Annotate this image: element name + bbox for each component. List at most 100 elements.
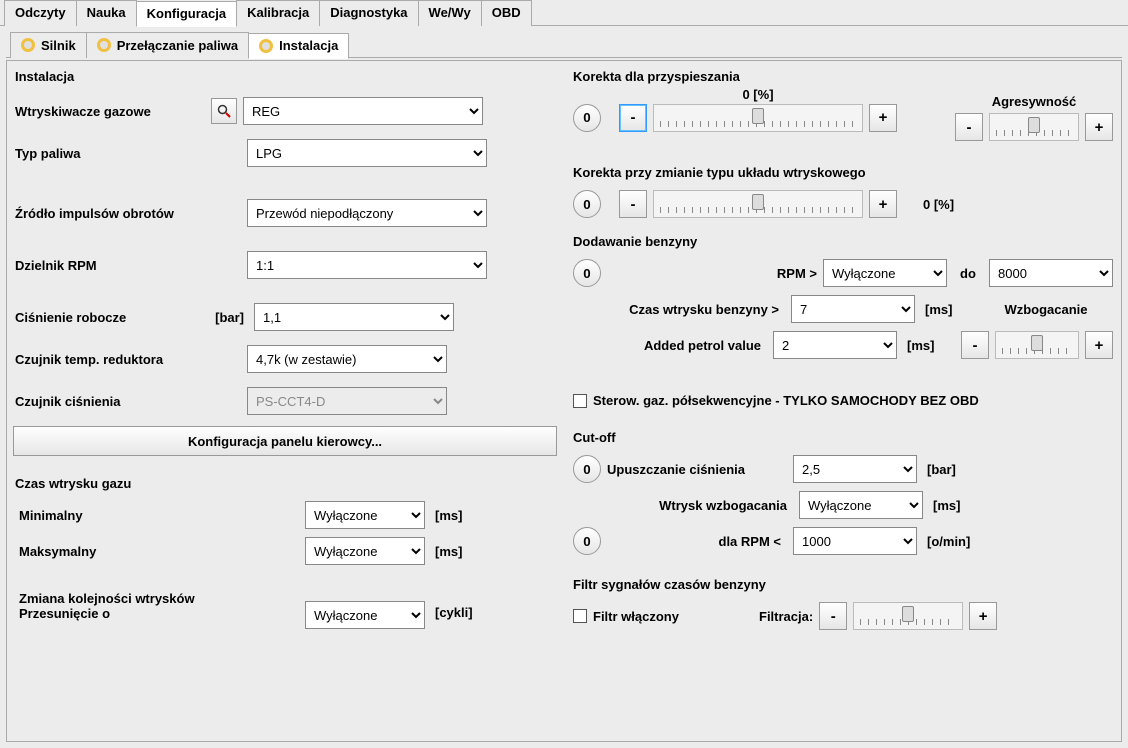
label-fuel-type: Typ paliwa bbox=[15, 146, 241, 161]
section-injsys: Korekta przy zmianie typu układu wtrysko… bbox=[569, 163, 1117, 186]
enrich-slider[interactable] bbox=[995, 331, 1079, 359]
tab-konfiguracja[interactable]: Konfiguracja bbox=[136, 1, 237, 27]
section-cutoff: Cut-off bbox=[569, 428, 1117, 451]
unit-omin: [o/min] bbox=[923, 534, 993, 549]
unit-ms: [ms] bbox=[431, 544, 483, 559]
injectors-select[interactable]: REG bbox=[243, 97, 483, 125]
aggr-slider[interactable] bbox=[989, 113, 1079, 141]
cutoff-rpm-select[interactable]: 1000 bbox=[793, 527, 917, 555]
petrol-time-select[interactable]: 7 bbox=[791, 295, 915, 323]
label-added-petrol: Added petrol value bbox=[573, 338, 767, 353]
label-cutoff-enrich: Wtrysk wzbogacania bbox=[613, 498, 793, 513]
unit-bar: [bar] bbox=[196, 310, 248, 325]
rpm-gt-select[interactable]: Wyłączone bbox=[823, 259, 947, 287]
fuel-type-select[interactable]: LPG bbox=[247, 139, 487, 167]
cutoff-drop-select[interactable]: 2,5 bbox=[793, 455, 917, 483]
seq-shift-select[interactable]: Wyłączone bbox=[305, 601, 425, 629]
label-semiseq: Sterow. gaz. półsekwencyjne - TYLKO SAMO… bbox=[593, 393, 979, 408]
label-cutoff-rpm: dla RPM < bbox=[607, 534, 787, 549]
unit-ms: [ms] bbox=[921, 302, 973, 317]
enrich-plus-button[interactable]: + bbox=[1085, 331, 1113, 359]
tab-wewy[interactable]: We/Wy bbox=[418, 0, 482, 26]
label-aggr: Agresywność bbox=[955, 94, 1113, 109]
temp-sensor-select[interactable]: 4,7k (w zestawie) bbox=[247, 345, 447, 373]
gas-max-select[interactable]: Wyłączone bbox=[305, 537, 425, 565]
label-rpm-div: Dzielnik RPM bbox=[15, 258, 241, 273]
accel-plus-button[interactable]: + bbox=[869, 104, 897, 132]
tab-kalibracja[interactable]: Kalibracja bbox=[236, 0, 320, 26]
label-filtration: Filtracja: bbox=[759, 609, 813, 624]
label-rpm-source: Źródło impulsów obrotów bbox=[15, 206, 241, 221]
section-instalacja: Instalacja bbox=[11, 67, 559, 90]
injsys-slider[interactable] bbox=[653, 190, 863, 218]
accel-slider[interactable]: 0 [%] bbox=[653, 104, 863, 132]
tabs-main: Odczyty Nauka Konfiguracja Kalibracja Di… bbox=[0, 0, 1128, 26]
gear-icon bbox=[259, 39, 273, 53]
section-addfuel: Dodawanie benzyny bbox=[569, 232, 1117, 255]
gear-icon bbox=[97, 38, 111, 52]
subtab-instalacja[interactable]: Instalacja bbox=[248, 33, 349, 59]
label-enrich: Wzbogacanie bbox=[979, 302, 1113, 317]
aggr-minus-button[interactable]: - bbox=[955, 113, 983, 141]
tab-odczyty[interactable]: Odczyty bbox=[4, 0, 77, 26]
label-temp-sensor: Czujnik temp. reduktora bbox=[15, 352, 241, 367]
label-to: do bbox=[953, 266, 983, 281]
label-injectors: Wtryskiwacze gazowe bbox=[15, 104, 205, 119]
unit-cycles: [cykli] bbox=[431, 605, 483, 620]
filter-minus-button[interactable]: - bbox=[819, 602, 847, 630]
tab-nauka[interactable]: Nauka bbox=[76, 0, 137, 26]
semiseq-checkbox[interactable] bbox=[573, 394, 587, 408]
accel-value: 0 [%] bbox=[654, 87, 862, 102]
gas-min-select[interactable]: Wyłączone bbox=[305, 501, 425, 529]
filter-slider[interactable] bbox=[853, 602, 963, 630]
magnifier-icon bbox=[217, 104, 231, 118]
accel-reset-button[interactable]: 0 bbox=[573, 104, 601, 132]
rpm-div-select[interactable]: 1:1 bbox=[247, 251, 487, 279]
label-filter-on: Filtr włączony bbox=[593, 609, 753, 624]
label-rpm-gt: RPM > bbox=[777, 266, 817, 281]
cutoff-reset1-button[interactable]: 0 bbox=[573, 455, 601, 483]
pressure-sensor-select: PS-CCT4-D bbox=[247, 387, 447, 415]
filter-plus-button[interactable]: + bbox=[969, 602, 997, 630]
search-injectors-button[interactable] bbox=[211, 98, 237, 124]
cutoff-reset2-button[interactable]: 0 bbox=[573, 527, 601, 555]
accel-minus-button[interactable]: - bbox=[619, 104, 647, 132]
enrich-minus-button[interactable]: - bbox=[961, 331, 989, 359]
subtab-przelaczanie[interactable]: Przełączanie paliwa bbox=[86, 32, 249, 58]
label-pressure-sensor: Czujnik ciśnienia bbox=[15, 394, 241, 409]
driver-panel-config-button[interactable]: Konfiguracja panelu kierowcy... bbox=[13, 426, 557, 456]
label-cutoff-drop: Upuszczanie ciśnienia bbox=[607, 462, 787, 477]
tab-obd[interactable]: OBD bbox=[481, 0, 532, 26]
unit-ms: [ms] bbox=[929, 498, 981, 513]
unit-ms: [ms] bbox=[431, 508, 483, 523]
pressure-select[interactable]: 1,1 bbox=[254, 303, 454, 331]
unit-bar: [bar] bbox=[923, 462, 975, 477]
tab-diagnostyka[interactable]: Diagnostyka bbox=[319, 0, 418, 26]
cutoff-enrich-select[interactable]: Wyłączone bbox=[799, 491, 923, 519]
rpm-to-select[interactable]: 8000 bbox=[989, 259, 1113, 287]
injsys-plus-button[interactable]: + bbox=[869, 190, 897, 218]
filter-checkbox[interactable] bbox=[573, 609, 587, 623]
label-petrol-time: Czas wtrysku benzyny > bbox=[573, 302, 785, 317]
aggr-plus-button[interactable]: + bbox=[1085, 113, 1113, 141]
rpm-source-select[interactable]: Przewód niepodłączony bbox=[247, 199, 487, 227]
config-panel: Instalacja Wtryskiwacze gazowe REG Typ p… bbox=[6, 60, 1122, 742]
unit-ms: [ms] bbox=[903, 338, 955, 353]
added-petrol-select[interactable]: 2 bbox=[773, 331, 897, 359]
left-column: Instalacja Wtryskiwacze gazowe REG Typ p… bbox=[11, 67, 559, 741]
subtab-silnik[interactable]: Silnik bbox=[10, 32, 87, 58]
injsys-minus-button[interactable]: - bbox=[619, 190, 647, 218]
label-seq-change: Zmiana kolejności wtrysków bbox=[19, 591, 299, 606]
section-gas-time: Czas wtrysku gazu bbox=[15, 474, 555, 497]
label-seq-shift: Przesunięcie o bbox=[19, 606, 299, 621]
label-pressure: Ciśnienie robocze bbox=[15, 310, 190, 325]
injsys-value: 0 [%] bbox=[923, 197, 954, 212]
addfuel-reset-button[interactable]: 0 bbox=[573, 259, 601, 287]
right-column: Korekta dla przyspieszania 0 - 0 [%] + A… bbox=[569, 67, 1117, 741]
tabs-sub: Silnik Przełączanie paliwa Instalacja bbox=[0, 32, 1128, 58]
gear-icon bbox=[21, 38, 35, 52]
label-gas-max: Maksymalny bbox=[19, 544, 299, 559]
label-gas-min: Minimalny bbox=[19, 508, 299, 523]
injsys-reset-button[interactable]: 0 bbox=[573, 190, 601, 218]
section-filter: Filtr sygnałów czasów benzyny bbox=[569, 575, 1117, 598]
